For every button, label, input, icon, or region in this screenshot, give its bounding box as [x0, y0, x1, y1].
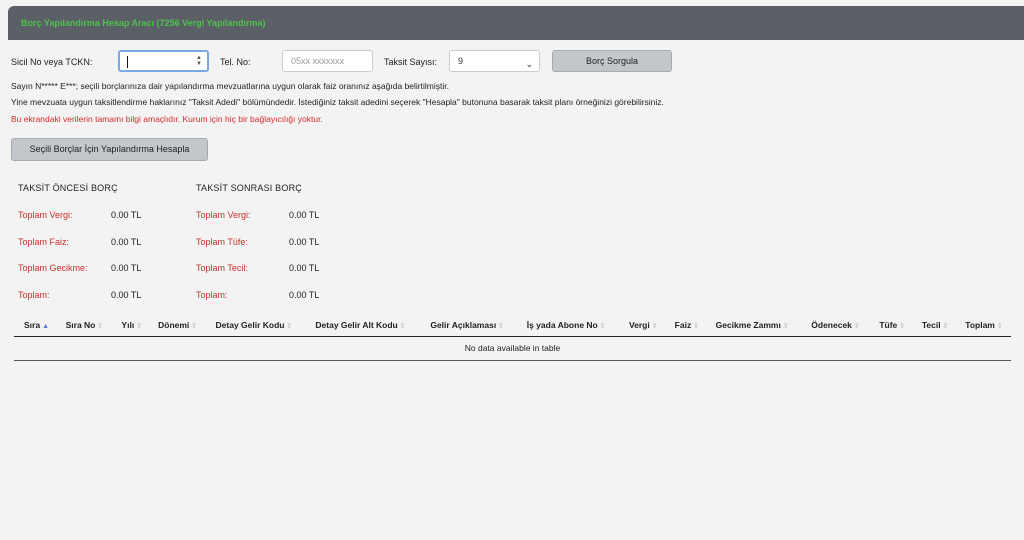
number-spinner-icon[interactable]: ▲ ▼ — [196, 55, 202, 67]
after-value-tufe: 0.00 TL — [289, 237, 320, 247]
empty-message: No data available in table — [14, 336, 1011, 361]
col-vergi[interactable]: Vergi ⇕ — [618, 314, 665, 337]
sort-icon: ⇕ — [97, 322, 104, 330]
col-faiz[interactable]: Faiz ⇕ — [664, 314, 706, 337]
after-value-tecil: 0.00 TL — [289, 263, 320, 273]
col-tufe[interactable]: Tüfe ⇕ — [869, 314, 912, 337]
before-value-faiz: 0.00 TL — [111, 237, 142, 247]
after-label-toplam: Toplam: — [196, 290, 228, 300]
debt-table: Sıra ▲ Sıra No ⇕ Yılı ⇕ Dönemi ⇕ Detay Gelir… — [14, 314, 1011, 361]
col-sira-no[interactable]: Sıra No ⇕ — [55, 314, 112, 337]
borc-sorgula-button[interactable]: Borç Sorgula — [552, 50, 672, 72]
sort-icon: ⇕ — [399, 322, 406, 330]
sort-icon: ⇕ — [853, 322, 860, 330]
sort-icon: ⇕ — [286, 322, 293, 330]
before-value-toplam: 0.00 TL — [111, 290, 142, 300]
tel-placeholder: 05xx xxxxxxx — [291, 56, 345, 66]
sort-icon: ⇕ — [693, 322, 700, 330]
col-gelir-aciklamasi[interactable]: Gelir Açıklaması ⇕ — [420, 314, 517, 337]
col-tecil[interactable]: Tecil ⇕ — [911, 314, 956, 337]
col-is-abone-no[interactable]: İş yada Abone No ⇕ — [516, 314, 619, 337]
tel-label: Tel. No: — [220, 57, 251, 67]
taksit-select[interactable]: 9 ⌄ — [449, 50, 540, 72]
col-gecikme-zammi[interactable]: Gecikme Zammı ⇕ — [705, 314, 802, 337]
taksit-selected-value: 9 — [458, 56, 464, 66]
sort-icon: ⇕ — [498, 322, 505, 330]
calculate-restructuring-button[interactable]: Seçili Borçlar İçin Yapılandırma Hesapla — [11, 138, 208, 161]
text-caret — [127, 56, 128, 68]
sort-icon: ⇕ — [191, 322, 198, 330]
col-odenecek[interactable]: Ödenecek ⇕ — [801, 314, 870, 337]
sort-icon: ⇕ — [782, 322, 789, 330]
col-detay-gelir-kodu[interactable]: Detay Gelir Kodu ⇕ — [205, 314, 306, 337]
before-value-vergi: 0.00 TL — [111, 210, 142, 220]
before-label-faiz: Toplam Faiz: — [18, 237, 70, 247]
info-line-2: Yine mevzuata uygun taksitlendirme hakla… — [11, 97, 664, 107]
after-label-vergi: Toplam Vergi: — [196, 210, 251, 220]
sort-icon: ⇕ — [651, 322, 658, 330]
before-label-vergi: Toplam Vergi: — [18, 210, 73, 220]
before-label-toplam: Toplam: — [18, 290, 50, 300]
col-yili[interactable]: Yılı ⇕ — [111, 314, 149, 337]
before-value-gecikme: 0.00 TL — [111, 263, 142, 273]
chevron-down-icon: ⌄ — [525, 59, 533, 69]
sort-icon: ⇕ — [899, 322, 906, 330]
table-empty-row: No data available in table — [14, 336, 1011, 361]
after-heading: TAKSİT SONRASI BORÇ — [196, 183, 302, 193]
before-heading: TAKSİT ÖNCESİ BORÇ — [18, 183, 118, 193]
col-sira[interactable]: Sıra ▲ — [14, 314, 56, 337]
after-label-tufe: Toplam Tüfe: — [196, 237, 248, 247]
col-detay-gelir-alt-kodu[interactable]: Detay Gelir Alt Kodu ⇕ — [305, 314, 421, 337]
warning-text: Bu ekrandaki verilerin tamamı bilgi amaç… — [11, 114, 323, 124]
table-header-row: Sıra ▲ Sıra No ⇕ Yılı ⇕ Dönemi ⇕ Detay Gelir… — [14, 314, 1011, 337]
sort-icon: ⇕ — [942, 322, 949, 330]
sort-icon: ⇕ — [996, 322, 1003, 330]
after-value-toplam: 0.00 TL — [289, 290, 320, 300]
info-line-1: Sayın N***** E***; seçili borçlarınıza d… — [11, 81, 449, 91]
taksit-label: Taksit Sayısı: — [384, 57, 438, 67]
after-label-tecil: Toplam Tecil: — [196, 263, 248, 273]
sort-icon: ⇕ — [599, 322, 606, 330]
sort-icon: ⇕ — [136, 322, 143, 330]
col-donemi[interactable]: Dönemi ⇕ — [148, 314, 206, 337]
after-value-vergi: 0.00 TL — [289, 210, 320, 220]
tel-input[interactable]: 05xx xxxxxxx — [282, 50, 373, 72]
sicil-input[interactable]: ▲ ▼ — [118, 50, 209, 72]
before-label-gecikme: Toplam Gecikme: — [18, 263, 88, 273]
col-toplam[interactable]: Toplam ⇕ — [955, 314, 1011, 337]
page-title: Borç Yapılandırma Hesap Aracı (7256 Verg… — [21, 18, 266, 28]
sicil-label: Sicil No veya TCKN: — [11, 57, 93, 67]
header-bar: Borç Yapılandırma Hesap Aracı (7256 Verg… — [8, 6, 1024, 40]
sort-asc-icon: ▲ — [42, 322, 50, 330]
